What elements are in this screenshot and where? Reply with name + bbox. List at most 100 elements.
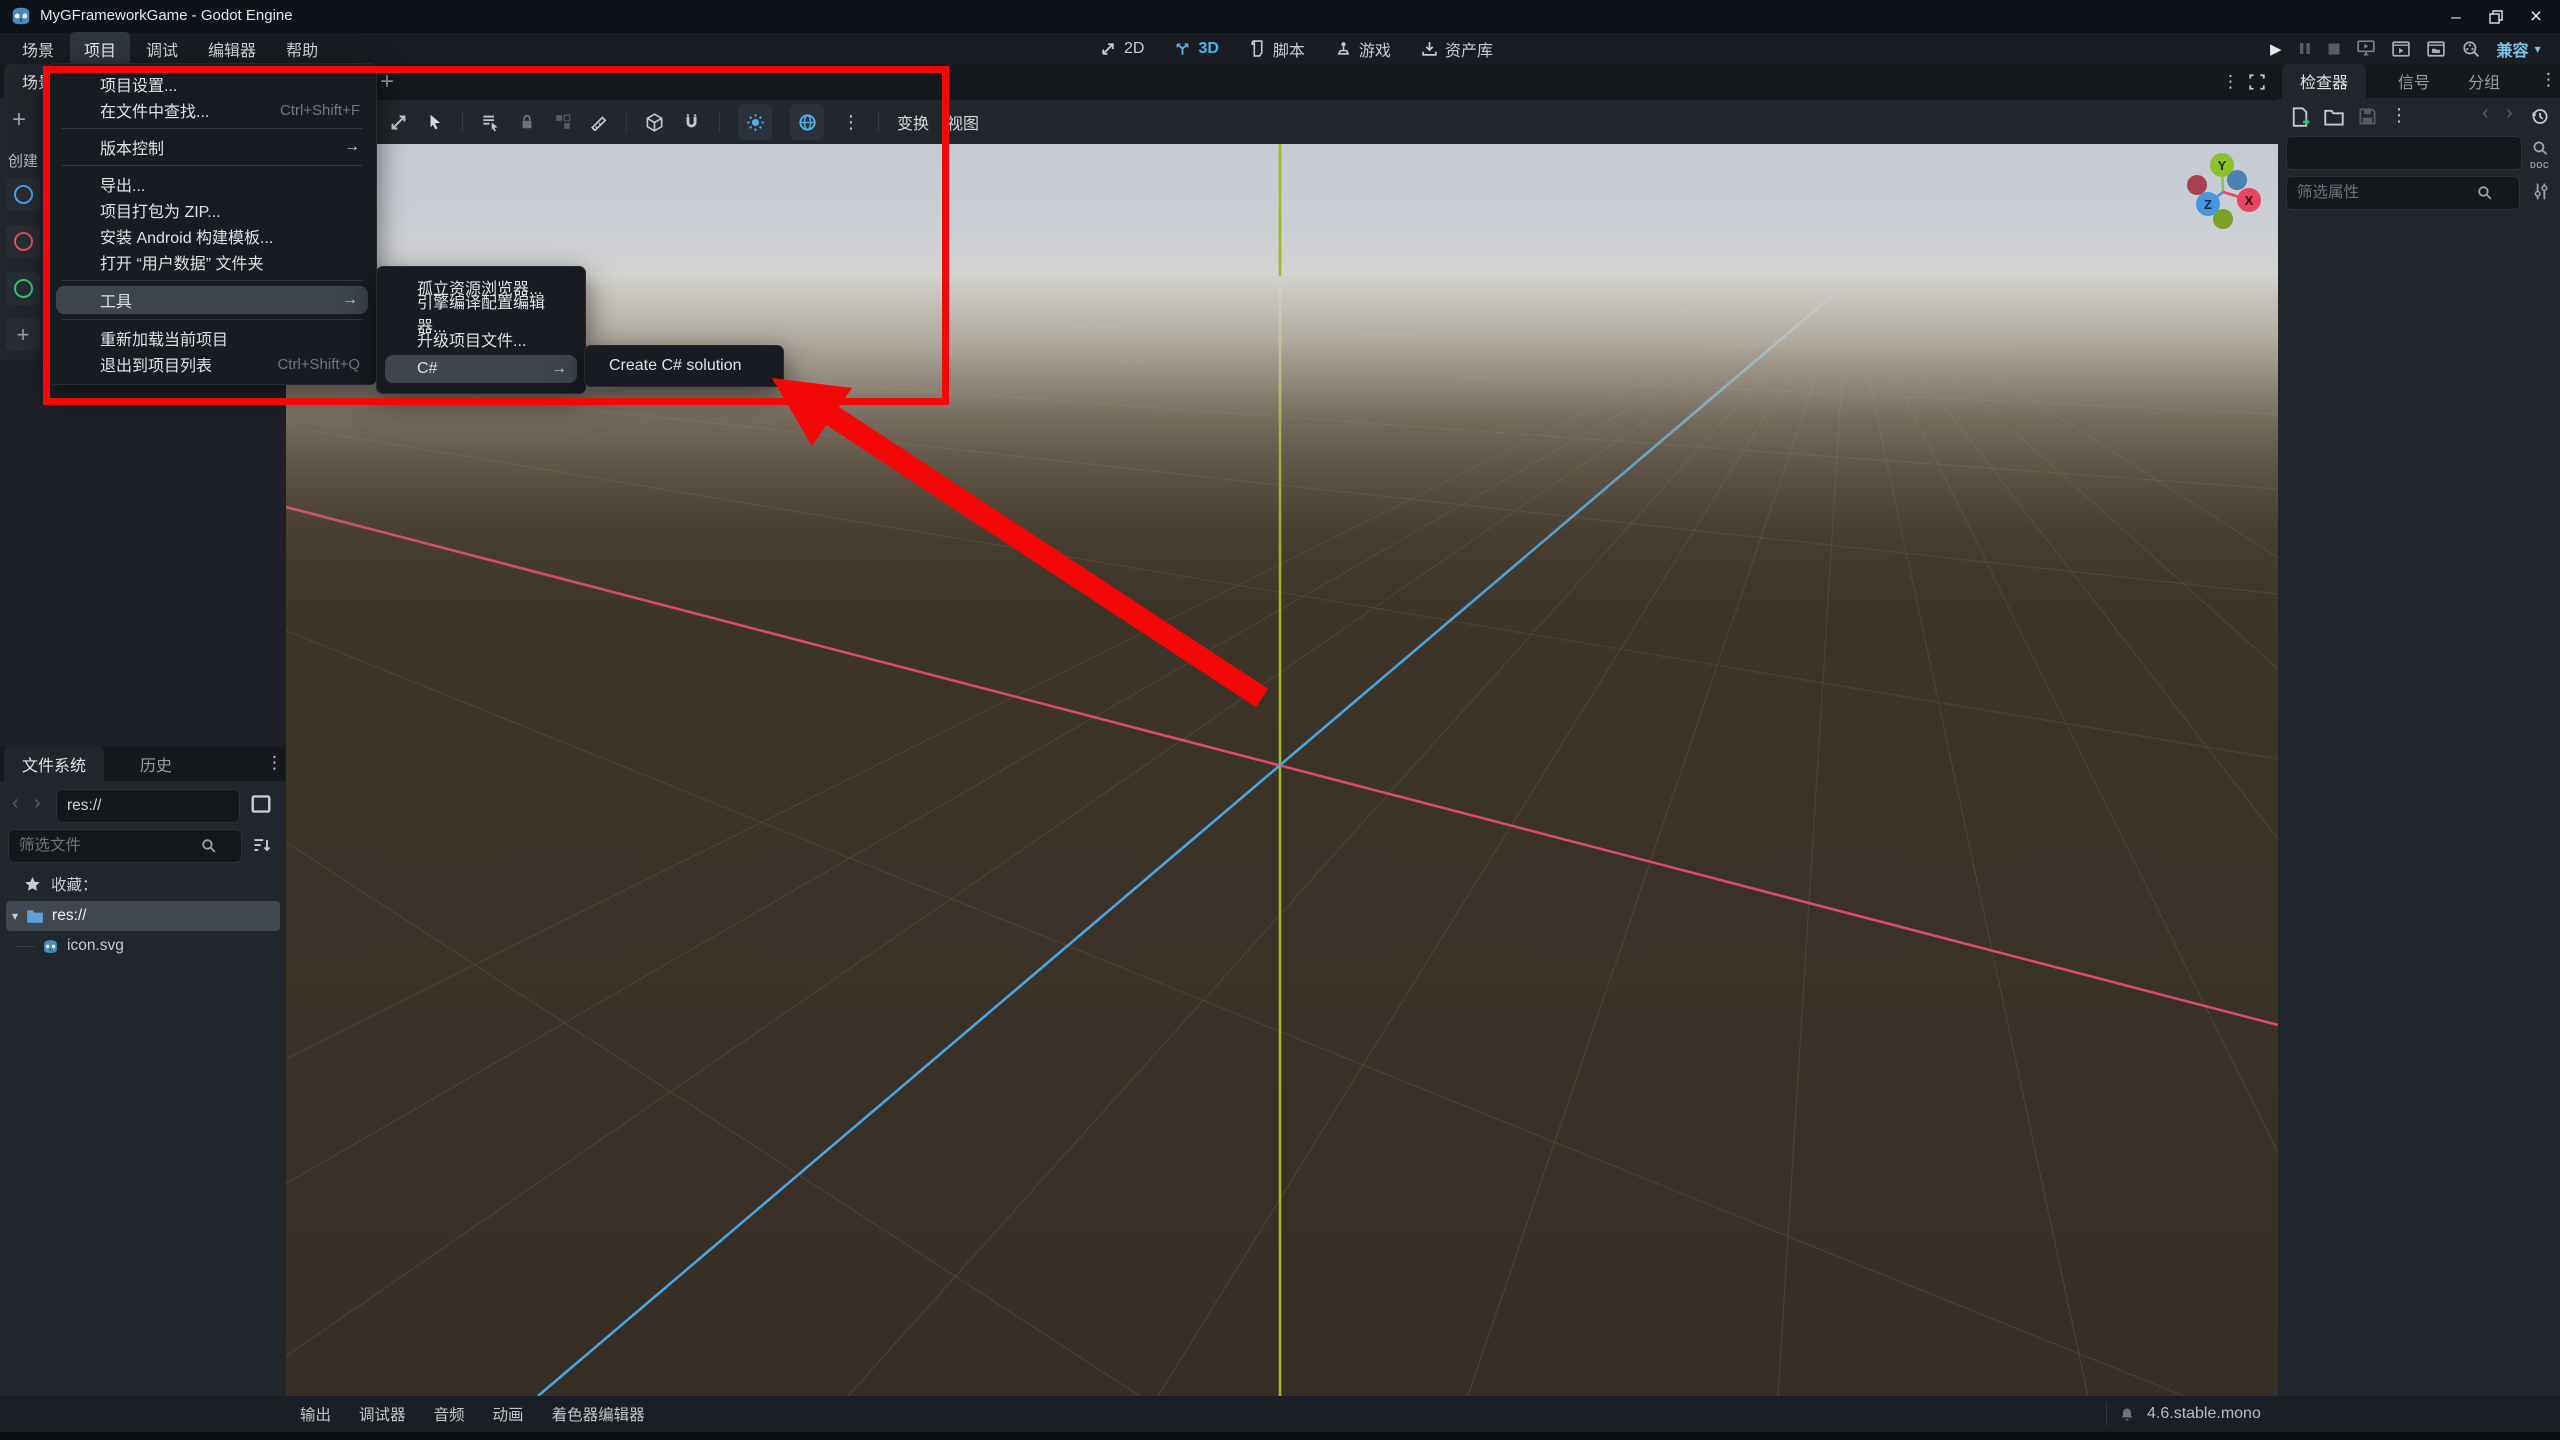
fs-path-input[interactable] — [56, 789, 240, 823]
new-scene-tab-button[interactable]: + — [380, 68, 394, 96]
3d-scene-icon — [13, 232, 33, 251]
menu-project[interactable]: 项目 — [70, 31, 131, 66]
workspace-2d[interactable]: 2D — [1100, 40, 1144, 58]
add-node-icon[interactable]: + — [12, 106, 26, 134]
menu-scene[interactable]: 场景 — [8, 32, 68, 66]
sun-toggle[interactable] — [738, 104, 772, 140]
tab-filesystem[interactable]: 文件系统 — [4, 747, 105, 781]
menu-item-open-user-data-folder[interactable]: 打开 “用户数据” 文件夹 — [48, 249, 376, 275]
tabbar-menu-icon[interactable]: ⋮ — [2222, 72, 2239, 92]
snap-object-icon[interactable] — [645, 112, 664, 132]
scale-tool-icon[interactable] — [389, 113, 408, 132]
environment-toggle[interactable] — [790, 104, 824, 140]
workspace-3d[interactable]: 3D — [1174, 40, 1219, 58]
create-other-node-button[interactable]: + — [6, 318, 40, 351]
bottom-tab-debugger[interactable]: 调试器 — [359, 1403, 406, 1425]
tab-groups[interactable]: 分组 — [2450, 64, 2518, 98]
menu-item-version-control[interactable]: 版本控制 → — [48, 134, 376, 160]
movie-maker-button[interactable] — [2462, 40, 2480, 58]
menu-editor[interactable]: 编辑器 — [194, 32, 270, 66]
play-button[interactable]: ▶ — [2270, 40, 2282, 58]
godot-file-icon — [44, 939, 57, 953]
menu-item-engine-compile-config[interactable]: 引擎编译配置编辑器... — [377, 295, 585, 336]
search-docs-icon[interactable]: DOC — [2530, 140, 2549, 173]
renderer-dropdown[interactable]: 兼容 ▾ — [2497, 37, 2541, 61]
history-forward-icon[interactable]: › — [2506, 102, 2513, 125]
menu-item-pack-zip[interactable]: 项目打包为 ZIP... — [48, 197, 376, 223]
menu-item-csharp[interactable]: C# → — [385, 355, 577, 383]
bottom-tab-animation[interactable]: 动画 — [493, 1403, 524, 1425]
load-resource-icon[interactable] — [2324, 108, 2344, 126]
create-2d-scene-button[interactable] — [6, 178, 40, 211]
menu-item-install-android-template[interactable]: 安装 Android 构建模板... — [48, 223, 376, 249]
fs-split-view-icon[interactable] — [250, 793, 272, 815]
restore-button[interactable] — [2476, 0, 2516, 33]
filesystem-menu-icon[interactable]: ⋮ — [266, 753, 283, 773]
fs-back-icon[interactable]: ‹ — [12, 792, 19, 815]
view-menu[interactable]: 视图 — [947, 110, 979, 134]
tab-signals[interactable]: 信号 — [2380, 64, 2448, 98]
fs-sort-icon[interactable] — [252, 835, 272, 855]
fs-forward-icon[interactable]: › — [34, 792, 41, 815]
ruler-icon[interactable] — [590, 113, 608, 131]
inspector-tabstrip: 检查器 信号 分组 ⋮ — [2278, 64, 2560, 98]
distraction-free-icon[interactable] — [2248, 73, 2266, 91]
resource-extra-menu-icon[interactable]: ⋮ — [2390, 105, 2408, 126]
submenu-arrow-icon: → — [344, 138, 360, 155]
create-ui-scene-button[interactable] — [6, 272, 40, 305]
fs-file-row[interactable]: icon.svg — [14, 931, 124, 961]
workspace-script[interactable]: 脚本 — [1249, 37, 1305, 61]
close-button[interactable]: × — [2516, 0, 2556, 33]
menu-help[interactable]: 帮助 — [272, 32, 332, 66]
project-menu-popup: 项目设置... 在文件中查找... Ctrl+Shift+F 版本控制 → 导出..… — [47, 63, 377, 385]
new-resource-icon[interactable] — [2290, 107, 2310, 127]
menu-item-upgrade-project-files[interactable]: 升级项目文件... — [377, 326, 585, 352]
tab-history[interactable]: 历史 — [122, 747, 190, 781]
inspector-dock-menu-icon[interactable]: ⋮ — [2540, 70, 2557, 90]
notification-bell-icon[interactable] — [2119, 1406, 2135, 1423]
menu-item-export[interactable]: 导出... — [48, 171, 376, 197]
property-tools-icon[interactable] — [2532, 182, 2550, 201]
svg-text:Z: Z — [2204, 197, 2212, 212]
sun-icon — [746, 113, 764, 131]
list-select-icon[interactable] — [481, 113, 500, 132]
bottom-tab-audio[interactable]: 音频 — [434, 1403, 465, 1425]
menu-item-reload-project[interactable]: 重新加载当前项目 — [48, 325, 376, 351]
play-scene-button[interactable] — [2356, 40, 2375, 57]
favorites-row[interactable]: 收藏： — [24, 873, 98, 895]
minimize-button[interactable]: – — [2436, 0, 2476, 33]
menu-item-quit-to-project-list[interactable]: 退出到项目列表 Ctrl+Shift+Q — [48, 351, 376, 377]
viewport-extra-menu-icon[interactable]: ⋮ — [842, 112, 860, 133]
environment-icon — [798, 113, 816, 131]
snap-magnet-icon[interactable] — [682, 113, 701, 132]
transform-menu[interactable]: 变换 — [897, 110, 929, 134]
workspace-game[interactable]: 游戏 — [1335, 37, 1391, 61]
create-3d-scene-button[interactable] — [6, 225, 40, 258]
menu-item-tools[interactable]: 工具 → — [56, 286, 368, 314]
pause-button[interactable] — [2299, 42, 2311, 55]
select-tool-icon[interactable] — [426, 113, 444, 131]
workspace-assetlib[interactable]: 资产库 — [1421, 37, 1493, 61]
menu-item-project-settings[interactable]: 项目设置... — [48, 71, 376, 97]
version-label[interactable]: 4.6.stable.mono — [2147, 1405, 2261, 1423]
star-icon — [25, 876, 40, 891]
fs-root-row[interactable]: ▾ res:// — [6, 901, 280, 931]
bottom-tab-output[interactable]: 输出 — [300, 1403, 331, 1425]
edit-history-icon[interactable] — [2530, 107, 2549, 126]
bottom-tab-shader-editor[interactable]: 着色器编辑器 — [552, 1403, 645, 1425]
filesystem-dock: ‹ › 收藏： ▾ res:// icon.svg — [0, 781, 286, 1396]
save-resource-icon[interactable] — [2358, 107, 2377, 126]
stop-button[interactable] — [2328, 43, 2340, 55]
lock-icon[interactable] — [518, 113, 536, 131]
menu-item-create-csharp-solution[interactable]: Create C# solution — [585, 353, 783, 379]
axis-gizmo[interactable]: Y X Z — [2171, 147, 2277, 247]
menu-item-find-in-files[interactable]: 在文件中查找... Ctrl+Shift+F — [48, 97, 376, 123]
history-back-icon[interactable]: ‹ — [2482, 102, 2489, 125]
submenu-arrow-icon: → — [551, 360, 567, 377]
play-current-scene-button[interactable] — [2391, 40, 2410, 57]
menu-debug[interactable]: 调试 — [132, 32, 192, 66]
object-name-field[interactable] — [2286, 136, 2522, 170]
play-custom-scene-button[interactable] — [2426, 40, 2445, 57]
tab-inspector[interactable]: 检查器 — [2282, 64, 2367, 98]
group-icon[interactable] — [554, 113, 572, 131]
